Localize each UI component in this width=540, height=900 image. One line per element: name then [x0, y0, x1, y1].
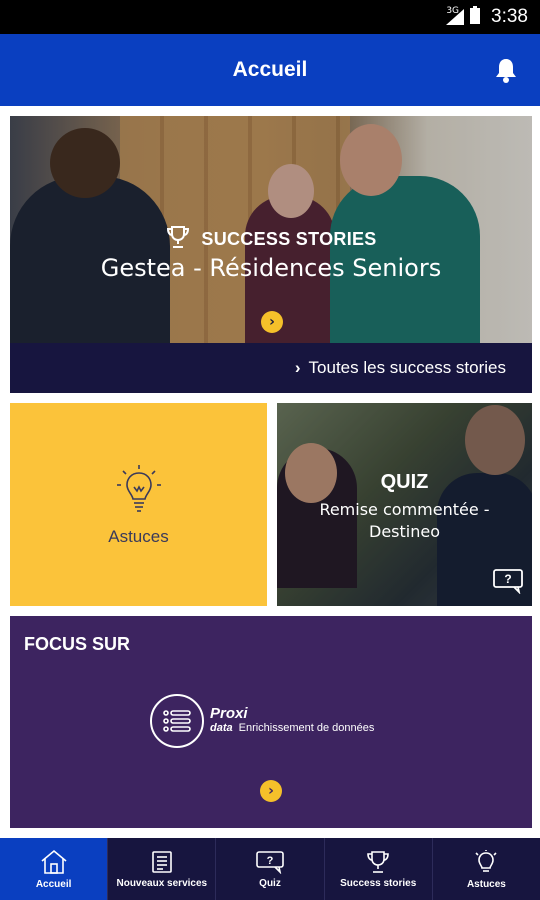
nav-label: Accueil [35, 878, 72, 890]
brand-tagline: Enrichissement de données [238, 722, 375, 734]
tips-tile[interactable]: Astuces [10, 403, 267, 606]
page-title: Accueil [232, 58, 308, 81]
bell-icon[interactable] [494, 57, 518, 83]
app-bar: Accueil [0, 34, 540, 106]
lightbulb-icon [475, 849, 497, 872]
tips-label: Astuces [108, 526, 169, 546]
list-icon [150, 694, 204, 748]
signal-icon [444, 7, 466, 27]
status-time: 3:38 [491, 6, 528, 27]
svg-text:?: ? [504, 572, 511, 586]
hero-kicker: SUCCESS STORIES [201, 228, 377, 249]
nav-item-astuces[interactable]: Astuces [433, 838, 540, 900]
quiz-title: QUIZ [380, 471, 429, 493]
trophy-icon [165, 224, 191, 254]
hero-title: Gestea - Résidences Seniors [100, 254, 442, 282]
bottom-navigation: Accueil Nouveaux services ? Quiz Success… [0, 838, 540, 900]
home-content: SUCCESS STORIES Gestea - Résidences Seni… [0, 106, 540, 838]
proxidata-logo: Proxi data Enrichissement de données [150, 694, 374, 748]
all-stories-label: Toutes les success stories [308, 358, 506, 377]
nav-label: Quiz [259, 877, 281, 889]
question-bubble-icon: ? [492, 568, 524, 598]
success-story-hero[interactable]: SUCCESS STORIES Gestea - Résidences Seni… [10, 116, 532, 343]
nav-item-quiz[interactable]: ? Quiz [216, 838, 325, 900]
nav-label: Success stories [340, 877, 417, 889]
chevron-right-icon[interactable]: › [261, 311, 283, 333]
home-icon [41, 849, 67, 874]
nav-item-nouveaux-services[interactable]: Nouveaux services [108, 838, 217, 900]
lightbulb-icon [115, 463, 163, 519]
svg-text:?: ? [267, 855, 274, 867]
all-success-stories-link[interactable]: › Toutes les success stories [10, 343, 532, 393]
battery-icon [469, 5, 481, 29]
focus-title: FOCUS SUR [24, 634, 131, 654]
chevron-right-icon[interactable]: › [260, 780, 282, 802]
quiz-subtitle: Remise commentée - Destineo [319, 500, 490, 541]
nav-item-accueil[interactable]: Accueil [0, 838, 109, 900]
question-bubble-icon: ? [256, 850, 284, 874]
nav-label: Nouveaux services [116, 877, 208, 889]
focus-section[interactable]: FOCUS SUR Proxi data Enrichissement de d… [10, 616, 532, 828]
nav-item-success-stories[interactable]: Success stories [325, 838, 433, 900]
status-bar: 3G 3:38 [0, 0, 540, 34]
newspaper-icon [151, 850, 172, 873]
nav-label: Astuces [466, 878, 506, 890]
brand-name: Proxi [210, 705, 248, 722]
chevron-right-icon: › [294, 358, 301, 377]
quiz-tile[interactable]: QUIZ Remise commentée - Destineo ? [277, 403, 532, 606]
brand-sub: data [210, 722, 233, 734]
hero-kicker-row: SUCCESS STORIES [10, 224, 532, 254]
trophy-icon [367, 850, 390, 873]
